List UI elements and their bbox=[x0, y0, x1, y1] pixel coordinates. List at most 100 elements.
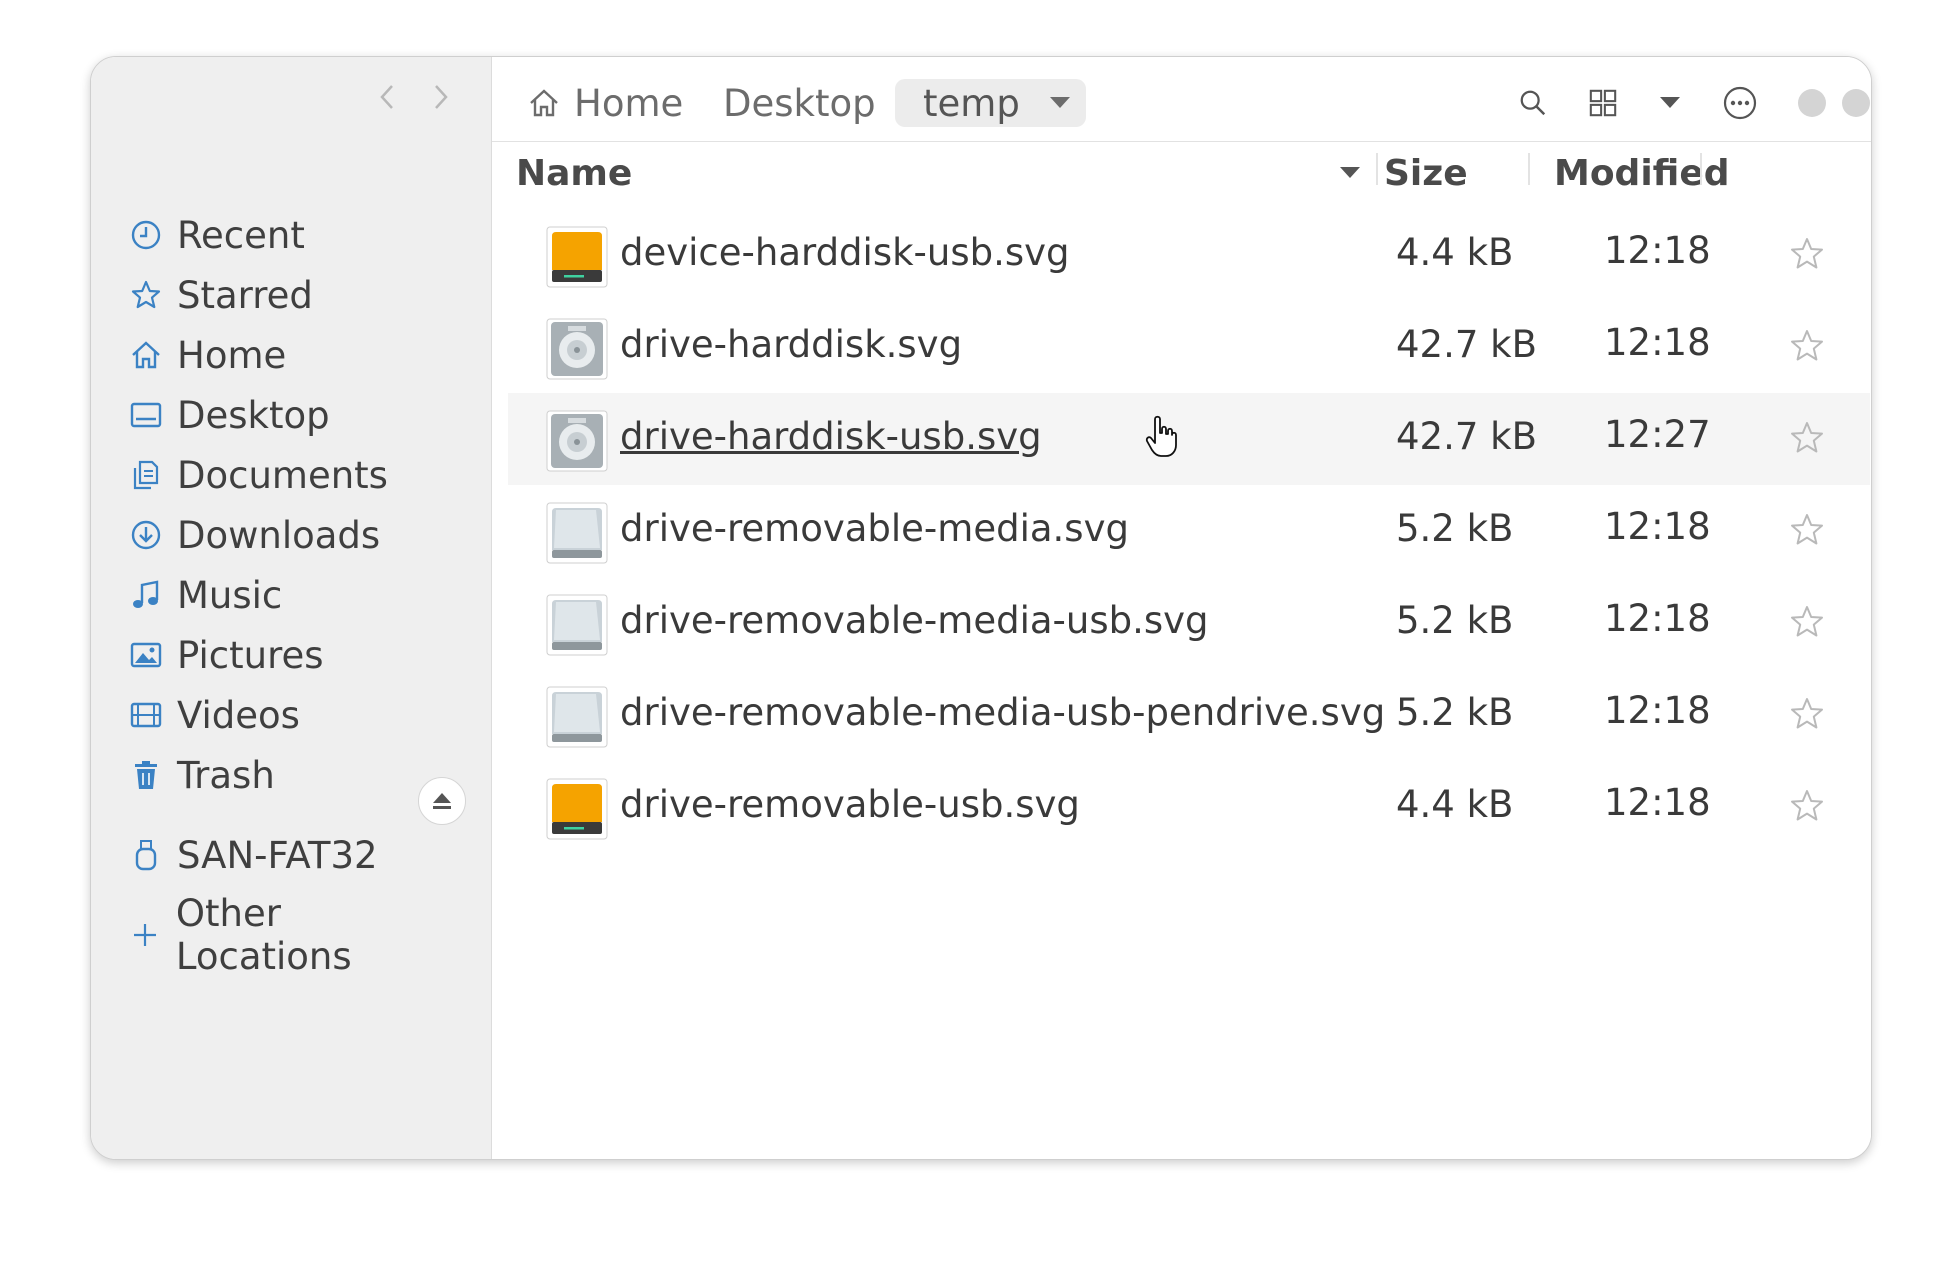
breadcrumb-label: Desktop bbox=[723, 81, 876, 125]
home-icon bbox=[129, 338, 163, 372]
star-icon[interactable] bbox=[1788, 419, 1826, 457]
download-icon bbox=[129, 518, 163, 552]
chevron-down-icon bbox=[1660, 97, 1680, 108]
column-header-modified[interactable]: Modified bbox=[1554, 145, 1730, 201]
file-row[interactable]: drive-harddisk-usb.svg 42.7 kB 12:27 bbox=[508, 393, 1870, 485]
file-modified: 12:18 bbox=[1604, 597, 1711, 640]
file-name: drive-removable-media.svg bbox=[620, 507, 1129, 550]
search-button[interactable] bbox=[1507, 77, 1559, 129]
file-modified: 12:18 bbox=[1604, 321, 1711, 364]
forward-button[interactable] bbox=[419, 75, 463, 119]
file-name: drive-removable-media-usb.svg bbox=[620, 599, 1209, 642]
file-row[interactable]: device-harddisk-usb.svg 4.4 kB 12:18 bbox=[508, 209, 1870, 301]
orange-drive-icon bbox=[546, 226, 608, 288]
sidebar-item-label: SAN-FAT32 bbox=[177, 833, 378, 877]
breadcrumb-current[interactable]: temp bbox=[895, 79, 1086, 127]
eject-icon bbox=[433, 793, 451, 809]
file-manager-window: Recent Starred Home Desktop Documents Do… bbox=[90, 56, 1872, 1160]
file-name: drive-harddisk.svg bbox=[620, 323, 963, 366]
breadcrumb-label: Home bbox=[574, 81, 684, 125]
back-button[interactable] bbox=[365, 75, 409, 119]
sidebar-item-starred[interactable]: Starred bbox=[129, 271, 459, 319]
menu-button[interactable] bbox=[1714, 77, 1766, 129]
sidebar-item-downloads[interactable]: Downloads bbox=[129, 511, 459, 559]
removable-drive-icon bbox=[546, 686, 608, 748]
harddisk-icon bbox=[546, 410, 608, 472]
column-separator bbox=[1376, 153, 1378, 185]
file-name: drive-removable-media-usb-pendrive.svg bbox=[620, 691, 1386, 734]
star-icon[interactable] bbox=[1788, 787, 1826, 825]
plus-icon bbox=[129, 918, 162, 952]
file-size: 4.4 kB bbox=[1396, 783, 1514, 826]
sidebar-item-label: Videos bbox=[177, 693, 300, 737]
header-bar: Home Desktop temp bbox=[492, 57, 1871, 142]
star-icon[interactable] bbox=[1788, 603, 1826, 641]
breadcrumb-home[interactable]: Home bbox=[528, 79, 683, 127]
removable-drive-icon bbox=[546, 502, 608, 564]
file-modified: 12:18 bbox=[1604, 781, 1711, 824]
maximize-button[interactable] bbox=[1842, 89, 1870, 117]
sort-descending-icon bbox=[1340, 167, 1360, 178]
sidebar-item-home[interactable]: Home bbox=[129, 331, 459, 379]
file-modified: 12:27 bbox=[1604, 413, 1711, 456]
breadcrumb-label: temp bbox=[923, 81, 1020, 125]
home-icon bbox=[530, 89, 558, 117]
sidebar-item-label: Pictures bbox=[177, 633, 324, 677]
sidebar-item-label: Trash bbox=[177, 753, 275, 797]
file-row[interactable]: drive-harddisk.svg 42.7 kB 12:18 bbox=[508, 301, 1870, 393]
sidebar-item-label: Downloads bbox=[177, 513, 381, 557]
minimize-button[interactable] bbox=[1798, 89, 1826, 117]
view-options-button[interactable] bbox=[1644, 77, 1696, 129]
sidebar-item-pictures[interactable]: Pictures bbox=[129, 631, 459, 679]
sidebar-item-trash[interactable]: Trash bbox=[129, 751, 459, 799]
sidebar-item-label: Music bbox=[177, 573, 283, 617]
column-header-size[interactable]: Size bbox=[1384, 145, 1468, 201]
star-icon[interactable] bbox=[1788, 511, 1826, 549]
pictures-icon bbox=[129, 638, 163, 672]
sidebar-item-documents[interactable]: Documents bbox=[129, 451, 459, 499]
search-icon bbox=[1520, 90, 1546, 116]
desktop-icon bbox=[129, 398, 163, 432]
sidebar-item-label: Other Locations bbox=[175, 892, 352, 978]
view-toggle-button[interactable] bbox=[1577, 77, 1629, 129]
usb-drive-icon bbox=[129, 838, 163, 872]
harddisk-icon bbox=[546, 318, 608, 380]
file-size: 5.2 kB bbox=[1396, 507, 1514, 550]
removable-drive-icon bbox=[546, 594, 608, 656]
main-pane: Home Desktop temp Name Size Modified dev… bbox=[492, 57, 1871, 1159]
column-header-name[interactable]: Name bbox=[516, 145, 632, 201]
sidebar-item-music[interactable]: Music bbox=[129, 571, 459, 619]
file-size: 5.2 kB bbox=[1396, 599, 1514, 642]
sidebar-item-label: Home bbox=[177, 333, 287, 377]
sidebar-item-videos[interactable]: Videos bbox=[129, 691, 459, 739]
dropdown-arrow-icon bbox=[1049, 97, 1070, 108]
breadcrumb-desktop[interactable]: Desktop bbox=[723, 79, 876, 127]
grid-view-icon bbox=[1589, 89, 1617, 117]
sidebar-item-other-locations[interactable]: Other Locations bbox=[129, 892, 459, 978]
sidebar-item-label: Recent bbox=[177, 213, 305, 257]
column-label: Modified bbox=[1554, 152, 1730, 194]
file-row[interactable]: drive-removable-media.svg 5.2 kB 12:18 bbox=[508, 485, 1870, 577]
file-modified: 12:18 bbox=[1604, 505, 1711, 548]
sidebar-item-label: Starred bbox=[177, 273, 313, 317]
file-name: device-harddisk-usb.svg bbox=[620, 231, 1070, 274]
eject-button[interactable] bbox=[418, 777, 466, 825]
file-size: 42.7 kB bbox=[1396, 415, 1537, 458]
more-options-icon bbox=[1723, 86, 1757, 120]
file-row[interactable]: drive-removable-usb.svg 4.4 kB 12:18 bbox=[508, 761, 1870, 853]
star-icon[interactable] bbox=[1788, 695, 1826, 733]
column-label: Name bbox=[516, 152, 633, 194]
clock-icon bbox=[129, 218, 163, 252]
file-row[interactable]: drive-removable-media-usb-pendrive.svg 5.… bbox=[508, 669, 1870, 761]
sidebar-item-desktop[interactable]: Desktop bbox=[129, 391, 459, 439]
sidebar-item-san-fat32[interactable]: SAN-FAT32 bbox=[129, 831, 459, 879]
sidebar-item-label: Documents bbox=[177, 453, 388, 497]
file-modified: 12:18 bbox=[1604, 689, 1711, 732]
star-icon[interactable] bbox=[1788, 327, 1826, 365]
file-row[interactable]: drive-removable-media-usb.svg 5.2 kB 12:18 bbox=[508, 577, 1870, 669]
file-name: drive-harddisk-usb.svg bbox=[620, 415, 1042, 458]
documents-icon bbox=[129, 458, 163, 492]
star-icon[interactable] bbox=[1788, 235, 1826, 273]
sidebar-item-recent[interactable]: Recent bbox=[129, 211, 459, 259]
column-separator bbox=[1528, 153, 1530, 185]
